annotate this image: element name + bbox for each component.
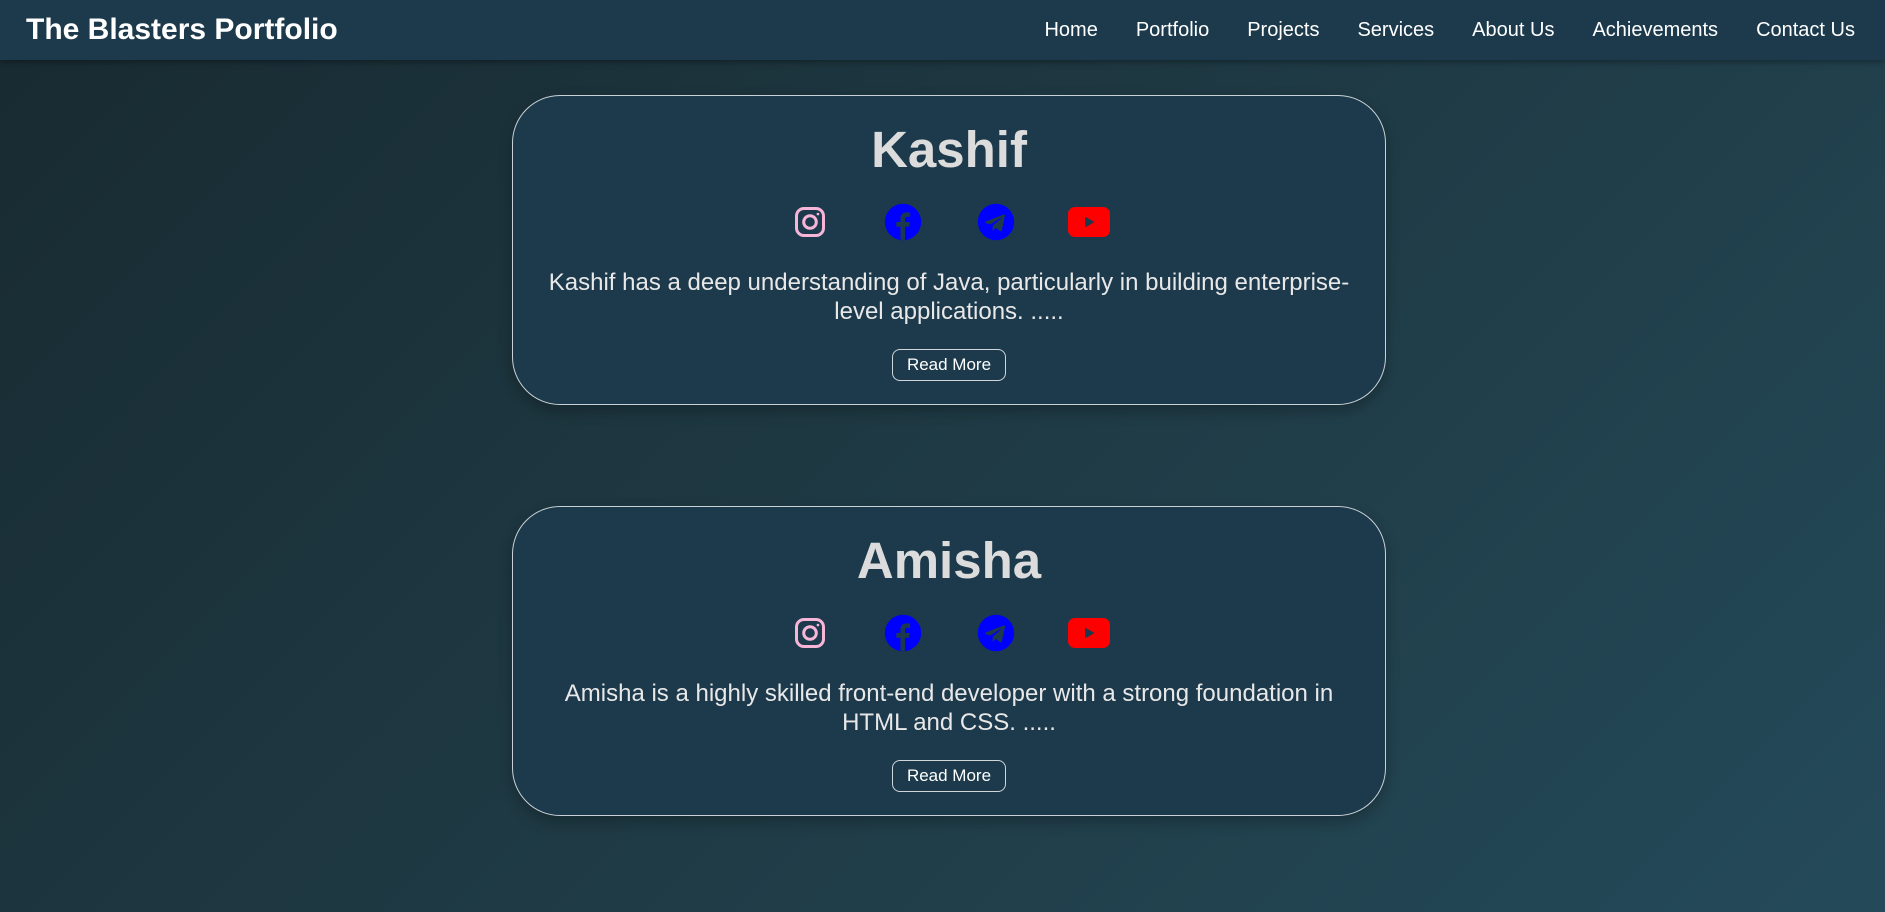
navbar: The Blasters Portfolio Home Portfolio Pr… <box>0 0 1885 60</box>
social-links <box>513 202 1385 242</box>
nav-link-achievements[interactable]: Achievements <box>1592 19 1718 42</box>
nav-link-portfolio[interactable]: Portfolio <box>1136 19 1209 42</box>
profile-name: Kashif <box>871 121 1027 178</box>
nav-link-projects[interactable]: Projects <box>1247 19 1319 42</box>
site-brand[interactable]: The Blasters Portfolio <box>26 13 338 47</box>
youtube-icon[interactable] <box>1067 611 1111 655</box>
instagram-icon[interactable] <box>788 611 832 655</box>
profile-description: Kashif has a deep understanding of Java,… <box>548 269 1350 325</box>
profile-card-kashif: Kashif Kashif has a deep understanding o… <box>512 95 1386 405</box>
profile-description: Amisha is a highly skilled front-end dev… <box>564 680 1334 736</box>
nav-link-contact-us[interactable]: Contact Us <box>1756 19 1855 42</box>
read-more-button[interactable]: Read More <box>891 349 1007 381</box>
profile-name: Amisha <box>856 532 1042 589</box>
telegram-icon[interactable] <box>974 611 1018 655</box>
read-more-button[interactable]: Read More <box>891 760 1007 792</box>
instagram-icon[interactable] <box>788 200 832 244</box>
facebook-icon[interactable] <box>881 611 925 655</box>
facebook-icon[interactable] <box>881 200 925 244</box>
nav-links: Home Portfolio Projects Services About U… <box>1006 19 1855 42</box>
nav-link-services[interactable]: Services <box>1357 19 1434 42</box>
youtube-icon[interactable] <box>1067 200 1111 244</box>
nav-link-about-us[interactable]: About Us <box>1472 19 1554 42</box>
nav-link-home[interactable]: Home <box>1044 19 1097 42</box>
profile-card-amisha: Amisha Amisha is a highly skilled front-… <box>512 506 1386 816</box>
social-links <box>513 613 1385 653</box>
telegram-icon[interactable] <box>974 200 1018 244</box>
